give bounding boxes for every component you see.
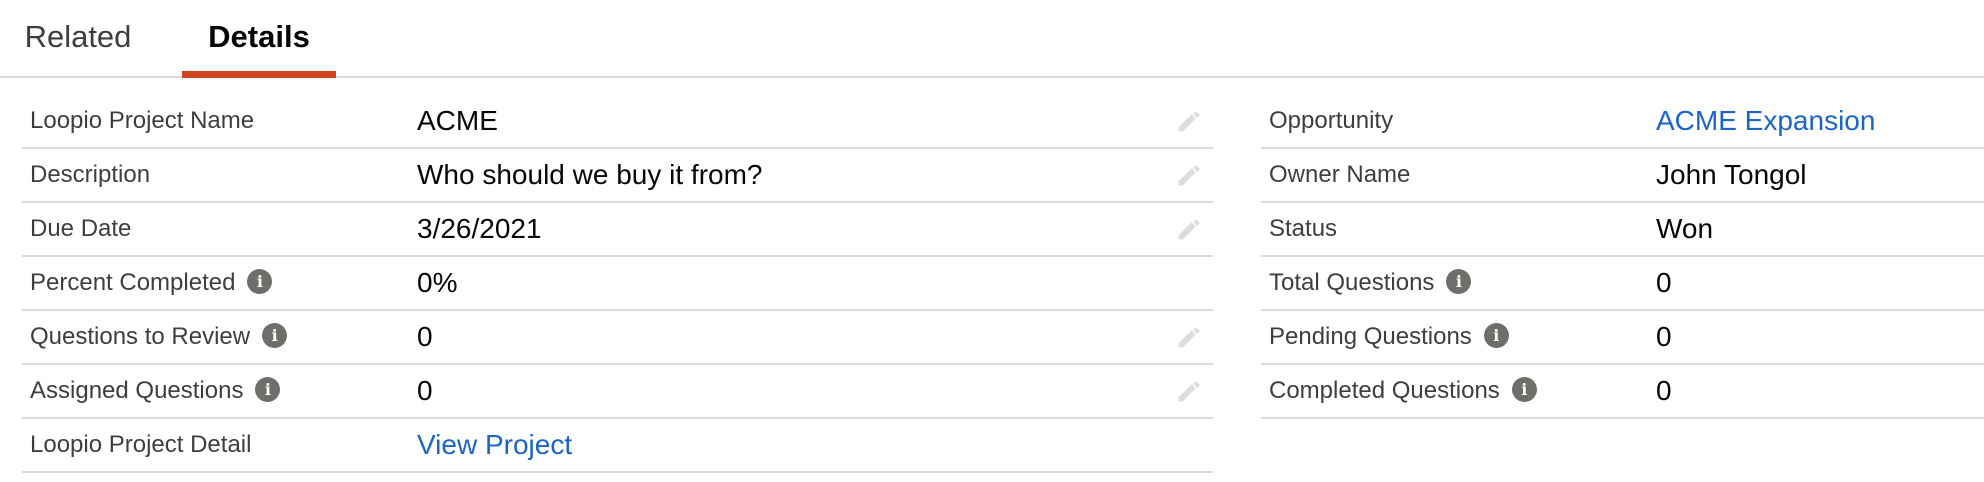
field-label: Total Questions i (1269, 257, 1472, 309)
field-label-text: Percent Completed (30, 269, 236, 296)
details-right-column: Opportunity ACME Expansion Owner Name Jo… (1261, 95, 1984, 419)
field-label: Description (30, 161, 151, 188)
field-label: Loopio Project Detail (30, 431, 252, 458)
field-label: Status (1269, 215, 1338, 242)
details-left-column: Loopio Project Name ACME Description Who… (22, 95, 1213, 473)
tab-bar: Related Details (0, 0, 1984, 78)
field-row-status: Status Won (1261, 203, 1984, 257)
field-label-text: Total Questions (1269, 269, 1435, 296)
field-value: Won (1656, 213, 1714, 244)
pencil-icon[interactable] (1175, 161, 1203, 189)
field-row-pending-questions: Pending Questions i 0 (1261, 311, 1984, 365)
info-icon[interactable]: i (247, 269, 273, 295)
pencil-icon[interactable] (1175, 377, 1203, 405)
field-row-questions-to-review: Questions to Review i 0 (22, 311, 1213, 365)
tab-details[interactable]: Details (182, 0, 336, 78)
info-icon[interactable]: i (262, 323, 288, 349)
field-label: Owner Name (1269, 161, 1411, 188)
field-label: Questions to Review i (30, 311, 288, 363)
tab-related[interactable]: Related (20, 0, 136, 78)
pencil-icon[interactable] (1175, 107, 1203, 135)
field-value: 0 (417, 375, 433, 406)
field-label: Opportunity (1269, 107, 1394, 134)
field-value: John Tongol (1656, 159, 1807, 190)
field-value: 0 (1656, 267, 1672, 298)
field-row-opportunity: Opportunity ACME Expansion (1261, 95, 1984, 149)
pencil-icon[interactable] (1175, 215, 1203, 243)
field-row-owner-name: Owner Name John Tongol (1261, 149, 1984, 203)
opportunity-link[interactable]: ACME Expansion (1656, 95, 1875, 147)
info-icon[interactable]: i (1511, 377, 1537, 403)
field-value: 0 (1656, 375, 1672, 406)
field-value: ACME (417, 105, 498, 136)
field-value: 0 (417, 321, 433, 352)
field-label-text: Pending Questions (1269, 323, 1472, 350)
field-label: Due Date (30, 215, 132, 242)
field-label: Loopio Project Name (30, 107, 255, 134)
field-label-text: Completed Questions (1269, 377, 1500, 404)
field-row-description: Description Who should we buy it from? (22, 149, 1213, 203)
field-row-loopio-project-detail: Loopio Project Detail View Project (22, 419, 1213, 473)
info-icon[interactable]: i (1483, 323, 1509, 349)
field-row-total-questions: Total Questions i 0 (1261, 257, 1984, 311)
info-icon[interactable]: i (255, 377, 281, 403)
field-value: 3/26/2021 (417, 213, 542, 244)
field-value: Who should we buy it from? (417, 159, 763, 190)
field-row-loopio-project-name: Loopio Project Name ACME (22, 95, 1213, 149)
active-tab-indicator (182, 71, 336, 78)
field-row-assigned-questions: Assigned Questions i 0 (22, 365, 1213, 419)
field-value: 0 (1656, 321, 1672, 352)
field-label-text: Questions to Review (30, 323, 251, 350)
field-label: Completed Questions i (1269, 365, 1537, 417)
info-icon[interactable]: i (1446, 269, 1472, 295)
field-label-text: Assigned Questions (30, 377, 244, 404)
field-row-due-date: Due Date 3/26/2021 (22, 203, 1213, 257)
field-label: Percent Completed i (30, 257, 273, 309)
field-row-percent-completed: Percent Completed i 0% (22, 257, 1213, 311)
field-label: Pending Questions i (1269, 311, 1509, 363)
field-value: 0% (417, 267, 458, 298)
pencil-icon[interactable] (1175, 323, 1203, 351)
field-row-completed-questions: Completed Questions i 0 (1261, 365, 1984, 419)
field-label: Assigned Questions i (30, 365, 281, 417)
view-project-link[interactable]: View Project (417, 419, 572, 471)
